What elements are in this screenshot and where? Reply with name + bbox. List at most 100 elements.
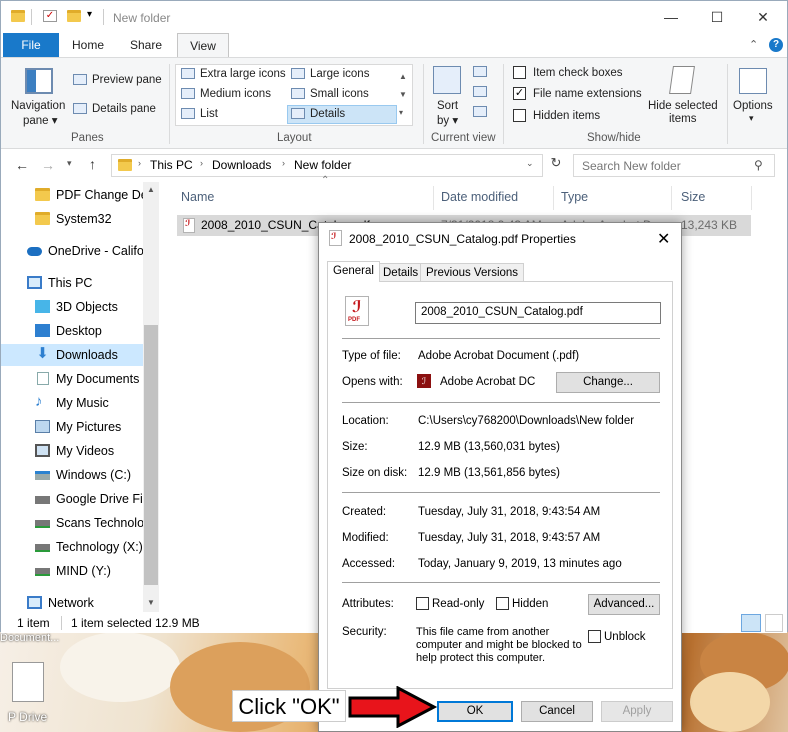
group-by-icon[interactable] <box>473 66 487 77</box>
layout-details[interactable]: Details <box>310 108 345 120</box>
details-view-icon[interactable] <box>741 614 761 632</box>
column-header-date-modified[interactable]: Date modified <box>441 190 518 204</box>
nav-item-system32[interactable]: System32 <box>1 208 143 230</box>
search-input[interactable]: Search New folder ⚲ <box>573 154 775 177</box>
recent-locations-icon[interactable]: ▾ <box>67 158 72 169</box>
minimize-button[interactable]: — <box>661 9 681 25</box>
new-folder-icon[interactable] <box>67 10 81 22</box>
breadcrumb-this-pc[interactable]: This PC <box>150 158 193 172</box>
forward-arrow-icon[interactable]: → <box>41 157 55 173</box>
layout-small-icons[interactable]: Small icons <box>310 88 369 100</box>
maximize-button[interactable]: ☐ <box>707 9 727 26</box>
nav-scroll-thumb[interactable] <box>144 325 158 585</box>
tab-general[interactable]: General <box>327 261 380 282</box>
details-pane-button[interactable]: Details pane <box>92 103 156 115</box>
nav-item-mind-y[interactable]: MIND (Y:) <box>1 560 143 582</box>
column-divider[interactable] <box>671 186 672 210</box>
column-divider[interactable] <box>751 186 752 210</box>
nav-item-3d-objects[interactable]: 3D Objects <box>1 296 143 318</box>
hidden-label[interactable]: Hidden <box>512 598 548 610</box>
properties-check-icon[interactable]: ✓ <box>43 10 57 22</box>
dialog-close-icon[interactable]: ✕ <box>657 229 670 249</box>
layout-medium-icons[interactable]: Medium icons <box>200 88 271 100</box>
scroll-down-icon[interactable]: ▼ <box>147 598 155 607</box>
nav-item-this-pc[interactable]: This PC <box>1 272 143 294</box>
navigation-pane-label[interactable]: Navigation <box>11 100 65 112</box>
desktop-file-icon[interactable] <box>12 662 44 702</box>
item-check-boxes-label[interactable]: Item check boxes <box>533 67 622 79</box>
nav-item-network[interactable]: Network <box>1 592 143 614</box>
filename-field[interactable]: 2008_2010_CSUN_Catalog.pdf <box>415 302 661 324</box>
breadcrumb-chevron-icon[interactable]: › <box>200 158 203 168</box>
hide-selected-items-icon[interactable] <box>669 66 695 94</box>
column-divider[interactable] <box>433 186 434 210</box>
nav-item-downloads[interactable]: ⬇ Downloads <box>1 344 143 366</box>
nav-item-onedrive[interactable]: OneDrive - Califor <box>1 240 143 262</box>
column-header-name[interactable]: Name <box>181 190 214 204</box>
help-icon[interactable]: ? <box>769 38 783 52</box>
hidden-items-checkbox[interactable] <box>513 109 526 122</box>
scroll-up-icon[interactable]: ▲ <box>147 185 155 194</box>
column-divider[interactable] <box>553 186 554 210</box>
cancel-button[interactable]: Cancel <box>521 701 593 722</box>
read-only-label[interactable]: Read-only <box>432 598 484 610</box>
up-arrow-icon[interactable]: ↑ <box>89 156 96 172</box>
layout-list[interactable]: List <box>200 108 218 120</box>
add-columns-icon[interactable] <box>473 86 487 97</box>
advanced-button[interactable]: Advanced... <box>588 594 660 615</box>
hidden-items-label[interactable]: Hidden items <box>533 110 600 122</box>
apply-button[interactable]: Apply <box>601 701 673 722</box>
nav-item-technology-x[interactable]: Technology (X:) <box>1 536 143 558</box>
close-button[interactable]: ✕ <box>753 9 773 26</box>
tab-details[interactable]: Details <box>377 263 425 282</box>
collapse-ribbon-icon[interactable]: ⌃ <box>749 38 758 51</box>
breadcrumb-chevron-icon[interactable]: › <box>138 158 141 168</box>
layout-large-icons[interactable]: Large icons <box>310 68 369 80</box>
nav-item-windows-c[interactable]: Windows (C:) <box>1 464 143 486</box>
desktop-icon-label-pdrive[interactable]: P Drive <box>8 710 47 724</box>
breadcrumb-downloads[interactable]: Downloads <box>212 158 271 172</box>
refresh-icon[interactable]: ↻ <box>546 155 566 177</box>
desktop-icon-label-document[interactable]: Document... <box>0 632 59 644</box>
tab-home[interactable]: Home <box>65 33 111 57</box>
tab-file[interactable]: File <box>3 33 59 57</box>
layout-scroll-arrows-icon[interactable]: ▲ ▼ ▾ <box>399 68 407 122</box>
unblock-checkbox[interactable] <box>588 630 601 643</box>
nav-item-my-music[interactable]: ♪ My Music <box>1 392 143 414</box>
ok-button[interactable]: OK <box>437 701 513 722</box>
nav-item-my-documents[interactable]: My Documents <box>1 368 143 390</box>
column-header-size[interactable]: Size <box>681 190 705 204</box>
navigation-pane-icon[interactable] <box>25 68 53 94</box>
file-name-extensions-checkbox[interactable]: ✓ <box>513 87 526 100</box>
item-check-boxes-checkbox[interactable] <box>513 66 526 79</box>
layout-extra-large-icons[interactable]: Extra large icons <box>200 68 286 80</box>
read-only-checkbox[interactable] <box>416 597 429 610</box>
breadcrumb-chevron-icon[interactable]: › <box>282 158 285 168</box>
back-arrow-icon[interactable]: ← <box>15 157 29 173</box>
nav-item-scans-technology[interactable]: Scans Technolog <box>1 512 143 534</box>
breadcrumb-new-folder[interactable]: New folder <box>294 158 351 172</box>
hidden-checkbox[interactable] <box>496 597 509 610</box>
sort-by-icon[interactable] <box>433 66 461 94</box>
size-columns-icon[interactable] <box>473 106 487 117</box>
nav-item-pdf-change-def[interactable]: PDF Change Def <box>1 184 143 206</box>
quick-access-dropdown-icon[interactable]: ▾ <box>87 9 92 20</box>
search-icon[interactable]: ⚲ <box>754 158 763 172</box>
sort-label[interactable]: Sort <box>437 100 458 112</box>
navigation-pane-label-2[interactable]: pane ▾ <box>23 113 58 127</box>
nav-item-my-videos[interactable]: My Videos <box>1 440 143 462</box>
unblock-label[interactable]: Unblock <box>604 631 646 643</box>
file-name-extensions-label[interactable]: File name extensions <box>533 88 642 100</box>
nav-item-my-pictures[interactable]: My Pictures <box>1 416 143 438</box>
nav-item-desktop[interactable]: Desktop <box>1 320 143 342</box>
sort-label-2[interactable]: by ▾ <box>437 113 458 127</box>
address-dropdown-icon[interactable]: ⌄ <box>526 158 534 169</box>
tab-previous-versions[interactable]: Previous Versions <box>420 263 525 282</box>
options-button[interactable]: Options <box>733 100 773 112</box>
tab-share[interactable]: Share <box>123 33 169 57</box>
nav-item-google-drive[interactable]: Google Drive File <box>1 488 143 510</box>
options-dropdown-icon[interactable]: ▾ <box>749 113 754 124</box>
options-icon[interactable] <box>739 68 767 94</box>
large-icons-view-icon[interactable] <box>765 614 783 632</box>
column-header-type[interactable]: Type <box>561 190 588 204</box>
